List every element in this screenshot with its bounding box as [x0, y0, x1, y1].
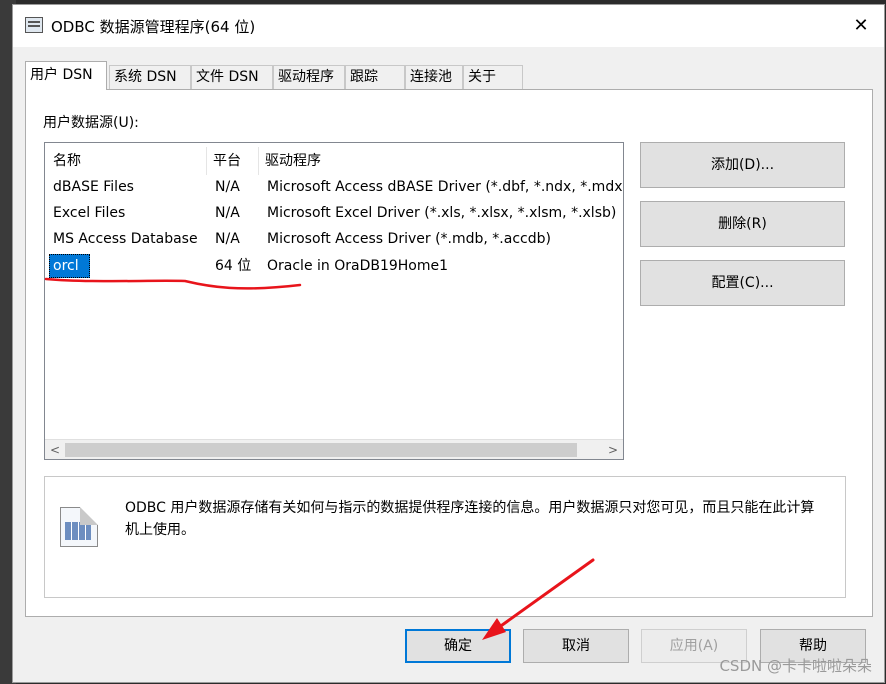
tab-file-dsn[interactable]: 文件 DSN	[191, 65, 273, 89]
remove-button[interactable]: 删除(R)	[640, 201, 845, 247]
tab-connection-pooling[interactable]: 连接池	[405, 65, 463, 89]
dsn-platform: N/A	[215, 205, 240, 221]
dsn-driver: Microsoft Excel Driver (*.xls, *.xlsx, *…	[267, 205, 617, 221]
configure-button[interactable]: 配置(C)...	[640, 260, 845, 306]
scroll-left-icon[interactable]: <	[45, 440, 65, 459]
data-source-list[interactable]: 名称 平台 驱动程序 dBASE Files N/A Microsoft Acc…	[44, 142, 624, 460]
column-header-driver[interactable]: 驱动程序	[259, 147, 623, 175]
cancel-button[interactable]: 取消	[523, 629, 629, 663]
dsn-platform: N/A	[215, 179, 240, 195]
info-text: ODBC 用户数据源存储有关如何与指示的数据提供程序连接的信息。用户数据源只对您…	[125, 500, 815, 538]
dsn-name: Excel Files	[53, 205, 126, 221]
tab-drivers[interactable]: 驱动程序	[273, 65, 345, 89]
tab-about[interactable]: 关于	[463, 65, 523, 89]
user-data-sources-label: 用户数据源(U):	[43, 115, 139, 131]
dsn-platform: N/A	[215, 231, 240, 247]
scroll-right-icon[interactable]: >	[603, 440, 623, 459]
add-button[interactable]: 添加(D)...	[640, 142, 845, 188]
close-icon[interactable]: ✕	[838, 5, 884, 47]
tab-user-dsn[interactable]: 用户 DSN	[25, 61, 107, 90]
column-header-platform[interactable]: 平台	[207, 147, 259, 175]
dsn-driver: Microsoft Access dBASE Driver (*.dbf, *.…	[267, 179, 624, 195]
odbc-app-icon	[25, 17, 43, 33]
dsn-name: orcl	[53, 258, 79, 274]
dsn-name: MS Access Database	[53, 231, 198, 247]
horizontal-scrollbar[interactable]: < >	[45, 439, 623, 459]
info-box: ODBC 用户数据源存储有关如何与指示的数据提供程序连接的信息。用户数据源只对您…	[44, 476, 846, 598]
dsn-platform: 64 位	[215, 258, 252, 274]
tab-tracing[interactable]: 跟踪	[345, 65, 405, 89]
dsn-name: dBASE Files	[53, 179, 134, 195]
watermark: CSDN @卡卡啦啦朵朵	[719, 657, 872, 675]
window-title: ODBC 数据源管理程序(64 位)	[51, 18, 256, 36]
tab-system-dsn[interactable]: 系统 DSN	[109, 65, 191, 89]
user-dsn-panel: 用户数据源(U): 名称 平台 驱动程序 dBASE Files N/A Mic…	[25, 89, 873, 617]
dsn-driver: Oracle in OraDB19Home1	[267, 258, 449, 274]
dsn-driver: Microsoft Access Driver (*.mdb, *.accdb)	[267, 231, 551, 247]
scroll-thumb[interactable]	[65, 443, 577, 457]
datasource-info-icon	[60, 507, 98, 547]
column-header-name[interactable]: 名称	[47, 147, 207, 175]
ok-button[interactable]: 确定	[405, 629, 511, 663]
odbc-dialog: ODBC 数据源管理程序(64 位) ✕ 用户 DSN 系统 DSN 文件 DS…	[12, 4, 885, 683]
title-bar: ODBC 数据源管理程序(64 位) ✕	[13, 5, 884, 47]
